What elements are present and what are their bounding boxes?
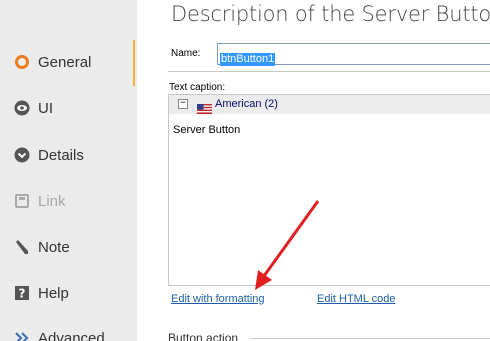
annotation-arrow: [255, 200, 320, 290]
